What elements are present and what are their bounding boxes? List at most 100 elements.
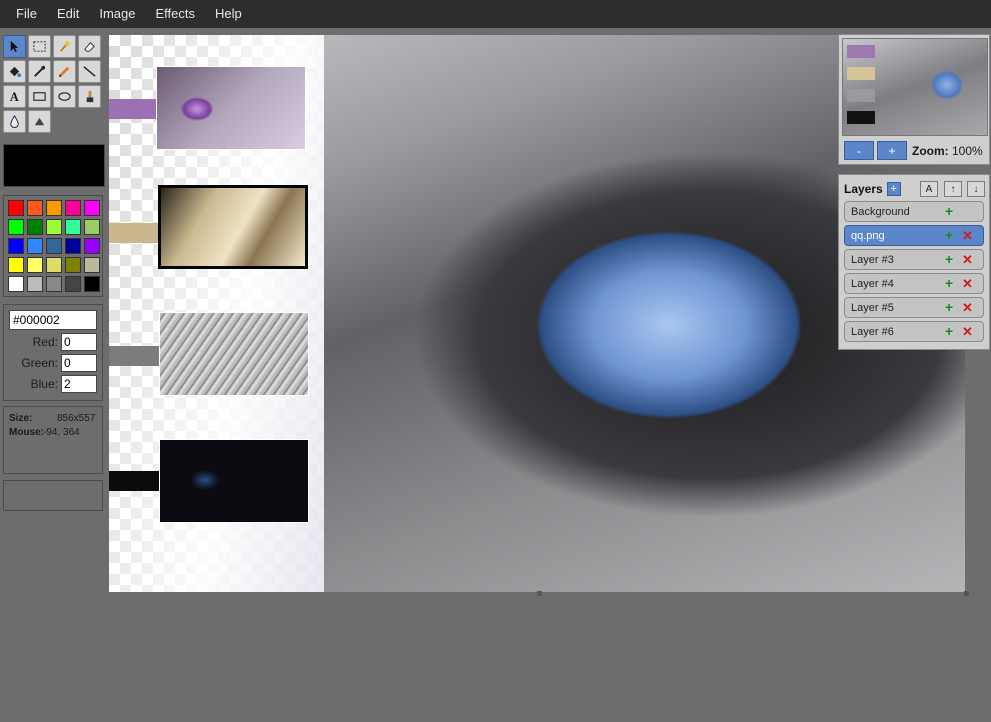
zoom-controls: - + Zoom: 100% xyxy=(844,141,983,160)
line-icon xyxy=(83,66,96,77)
palette-swatch[interactable] xyxy=(8,257,24,273)
hex-color-input[interactable] xyxy=(9,310,97,330)
merge-layer-icon[interactable]: + xyxy=(945,251,953,268)
triangle-icon xyxy=(34,117,45,126)
palette-swatch[interactable] xyxy=(27,219,43,235)
palette-swatch[interactable] xyxy=(27,238,43,254)
menu-help[interactable]: Help xyxy=(205,0,252,28)
merge-layer-icon[interactable]: + xyxy=(945,275,953,292)
menubar: File Edit Image Effects Help xyxy=(0,0,991,28)
paint-bucket-icon xyxy=(9,66,22,78)
text-tool[interactable]: A xyxy=(3,85,26,108)
delete-layer-icon[interactable]: ✕ xyxy=(962,323,973,340)
menu-edit[interactable]: Edit xyxy=(47,0,89,28)
magic-wand-tool[interactable] xyxy=(53,35,76,58)
layer-row[interactable]: Layer #6 + ✕ xyxy=(844,321,984,342)
fill-tool[interactable] xyxy=(3,60,26,83)
delete-layer-icon[interactable]: ✕ xyxy=(962,251,973,268)
merge-layer-icon[interactable]: + xyxy=(945,203,953,220)
palette-swatch[interactable] xyxy=(84,200,100,216)
red-input[interactable] xyxy=(61,333,97,351)
ellipse-tool[interactable] xyxy=(53,85,76,108)
extra-panel xyxy=(3,480,103,511)
palette-swatch[interactable] xyxy=(84,238,100,254)
palette-swatch[interactable] xyxy=(84,219,100,235)
palette-swatch[interactable] xyxy=(46,200,62,216)
palette-swatch[interactable] xyxy=(65,276,81,292)
layer-row[interactable]: qq.png + ✕ xyxy=(844,225,984,246)
toolbox: A xyxy=(3,35,103,133)
layer-row[interactable]: Background + xyxy=(844,201,984,222)
palette-swatch[interactable] xyxy=(84,257,100,273)
layer-row[interactable]: Layer #3 + ✕ xyxy=(844,249,984,270)
layer-thumb-edges[interactable] xyxy=(159,439,309,523)
color-picker-tool[interactable] xyxy=(28,60,51,83)
delete-layer-icon[interactable]: ✕ xyxy=(962,299,973,316)
arrow-cursor-icon xyxy=(10,40,19,53)
palette-swatch[interactable] xyxy=(8,238,24,254)
pencil-tool[interactable] xyxy=(53,60,76,83)
layer-move-down-button[interactable]: ↓ xyxy=(967,181,985,197)
palette-swatch[interactable] xyxy=(46,219,62,235)
navigator-preview[interactable] xyxy=(842,38,988,136)
palette-swatch[interactable] xyxy=(27,276,43,292)
layer-name: Background xyxy=(851,205,910,218)
palette-swatch[interactable] xyxy=(8,276,24,292)
select-tool[interactable] xyxy=(3,35,26,58)
layer-move-up-button[interactable]: ↑ xyxy=(944,181,962,197)
palette-swatch[interactable] xyxy=(84,276,100,292)
preview-thumb-3 xyxy=(847,89,875,102)
canvas-resize-handle-bottom[interactable] xyxy=(537,591,542,596)
layer-row[interactable]: Layer #4 + ✕ xyxy=(844,273,984,294)
layer-thumb-emboss[interactable] xyxy=(159,312,309,396)
palette-swatch[interactable] xyxy=(27,200,43,216)
line-tool[interactable] xyxy=(78,60,101,83)
layer-row[interactable]: Layer #5 + ✕ xyxy=(844,297,984,318)
magic-wand-icon xyxy=(60,41,70,52)
image-canvas[interactable] xyxy=(109,35,965,592)
palette-swatch[interactable] xyxy=(65,257,81,273)
color-editor: Red: Green: Blue: xyxy=(3,304,103,401)
water-drop-icon xyxy=(10,114,19,129)
palette-swatch[interactable] xyxy=(8,200,24,216)
merge-layer-icon[interactable]: + xyxy=(945,299,953,316)
merge-layer-icon[interactable]: + xyxy=(945,227,953,244)
eyedropper-icon xyxy=(34,65,46,77)
delete-layer-icon[interactable]: ✕ xyxy=(962,275,973,292)
layer-thumb-purple[interactable] xyxy=(156,66,306,150)
menu-effects[interactable]: Effects xyxy=(146,0,206,28)
palette-swatch[interactable] xyxy=(46,238,62,254)
merge-layer-icon[interactable]: + xyxy=(945,323,953,340)
add-layer-button[interactable]: + xyxy=(886,182,901,196)
preview-thumb-2 xyxy=(847,67,875,80)
zoom-out-button[interactable]: - xyxy=(844,141,874,160)
layer-text-button[interactable]: A xyxy=(920,181,938,197)
blue-input[interactable] xyxy=(61,375,97,393)
menu-file[interactable]: File xyxy=(6,0,47,28)
palette-swatch[interactable] xyxy=(65,238,81,254)
palette-swatch[interactable] xyxy=(46,257,62,273)
layer-name: Layer #5 xyxy=(851,301,894,314)
palette-swatch[interactable] xyxy=(65,219,81,235)
navigator-panel: - + Zoom: 100% xyxy=(838,34,990,165)
sharpen-tool[interactable] xyxy=(28,110,51,133)
palette-swatch[interactable] xyxy=(27,257,43,273)
delete-layer-icon[interactable]: ✕ xyxy=(962,227,973,244)
rectangle-tool[interactable] xyxy=(28,85,51,108)
zoom-in-button[interactable]: + xyxy=(877,141,907,160)
current-color-swatch[interactable] xyxy=(3,144,105,187)
eraser-tool[interactable] xyxy=(78,35,101,58)
rect-select-tool[interactable] xyxy=(28,35,51,58)
green-label: Green: xyxy=(21,356,58,370)
green-input[interactable] xyxy=(61,354,97,372)
preview-thumb-1 xyxy=(847,45,875,58)
canvas-resize-handle-corner[interactable] xyxy=(964,591,969,596)
layer-thumb-sepia[interactable] xyxy=(158,185,308,269)
palette-swatch[interactable] xyxy=(65,200,81,216)
brush-tool[interactable] xyxy=(78,85,101,108)
palette-swatch[interactable] xyxy=(46,276,62,292)
blur-tool[interactable] xyxy=(3,110,26,133)
menu-image[interactable]: Image xyxy=(89,0,145,28)
palette-swatch[interactable] xyxy=(8,219,24,235)
green-row: Green: xyxy=(9,354,97,372)
